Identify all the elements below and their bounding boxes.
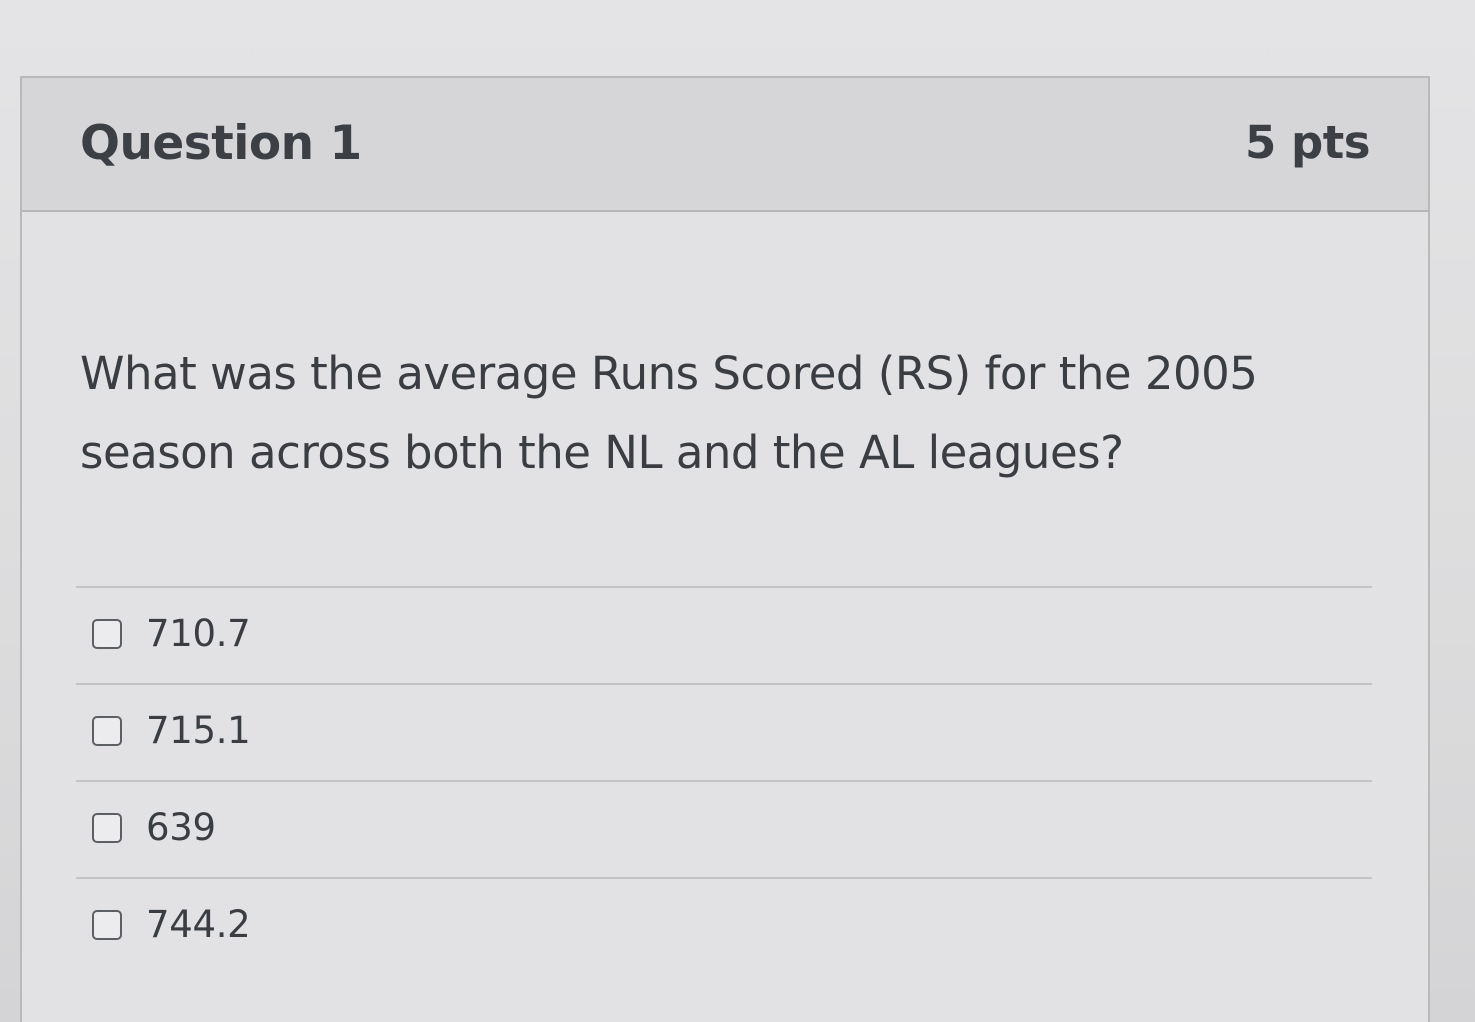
- quiz-page: Question 1 5 pts What was the average Ru…: [0, 0, 1475, 1022]
- answer-checkbox[interactable]: [92, 716, 122, 746]
- answer-option[interactable]: 715.1: [76, 683, 1372, 780]
- question-title: Question 1: [80, 116, 362, 171]
- question-header: Question 1 5 pts: [22, 78, 1428, 212]
- question-points: 5 pts: [1245, 116, 1371, 169]
- answer-option[interactable]: 710.7: [76, 586, 1372, 683]
- answer-option[interactable]: 744.2: [76, 877, 1372, 974]
- answer-checkbox[interactable]: [92, 619, 122, 649]
- answer-label: 710.7: [146, 612, 251, 655]
- answer-option[interactable]: 639: [76, 780, 1372, 877]
- question-text: What was the average Runs Scored (RS) fo…: [80, 347, 1258, 479]
- answer-label: 744.2: [146, 903, 251, 946]
- question-card: Question 1 5 pts What was the average Ru…: [20, 76, 1430, 1022]
- answer-list: 710.7 715.1 639 744.2: [76, 586, 1372, 974]
- answer-label: 639: [146, 806, 216, 849]
- answer-checkbox[interactable]: [92, 910, 122, 940]
- answer-checkbox[interactable]: [92, 813, 122, 843]
- answer-label: 715.1: [146, 709, 251, 752]
